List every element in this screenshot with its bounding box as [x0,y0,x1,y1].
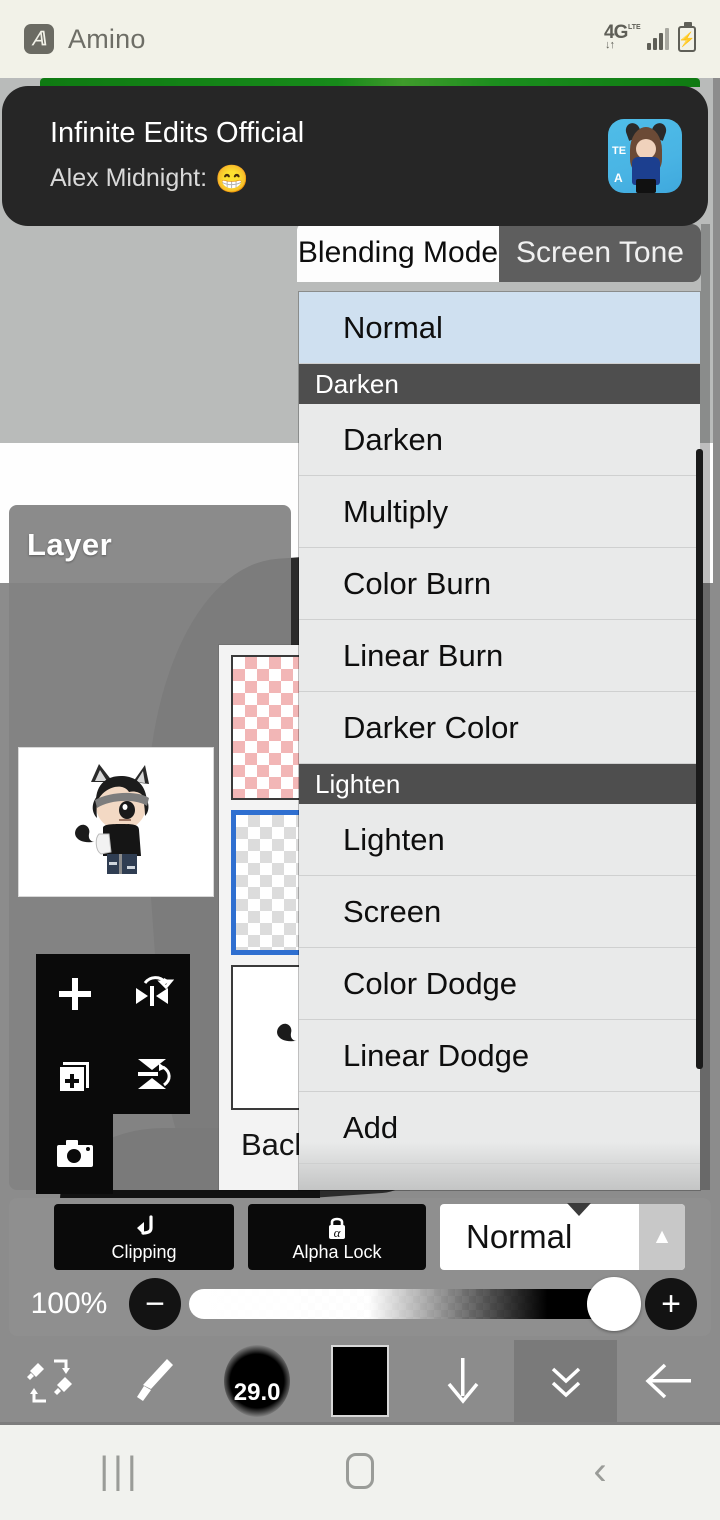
opacity-slider-track [189,1289,637,1319]
opacity-slider-knob[interactable] [587,1277,641,1331]
layer-options-bar: Clipping α Alpha Lock Normal ▲ 100% − + [9,1198,711,1336]
amino-app-name: Amino [68,23,146,54]
avatar-legs [636,179,656,193]
blend-item-add[interactable]: Add [299,1092,700,1164]
blend-item-darker-color[interactable]: Darker Color [299,692,700,764]
network-4g-lte-icon: 4G LTE ↓↑ [604,23,641,55]
copy-plus-icon [57,1062,89,1093]
network-sub-label: LTE [628,24,641,31]
opacity-increase-button[interactable]: + [645,1278,697,1330]
signal-bars-icon [647,28,669,50]
blend-popup-tabs: Blending Mode Screen Tone [297,224,701,282]
tab-blending-mode[interactable]: Blending Mode [297,224,499,282]
layer-tool-spacer [113,1114,190,1194]
blend-item-screen[interactable]: Screen [299,876,700,948]
battery-charging-icon: ⚡ [678,22,696,52]
android-status-bar: 𝔸 Amino 4G LTE ↓↑ ⚡ [0,0,720,78]
alpha-lock-button[interactable]: α Alpha Lock [248,1204,426,1270]
clipping-arrow-icon [131,1214,157,1242]
blend-item-multiply[interactable]: Multiply [299,476,700,548]
layer-preview-thumbnail[interactable] [18,747,214,897]
home-circle-icon [346,1453,374,1489]
blend-mode-value: Normal [466,1218,573,1255]
blend-item-linear-dodge[interactable]: Linear Dodge [299,1020,700,1092]
undo-redo-tool[interactable] [0,1340,103,1422]
data-arrows-label: ↓↑ [605,39,615,51]
flip-vertical-button[interactable] [113,1034,190,1114]
layer-tool-grid [36,954,190,1194]
navbar-divider [0,1422,720,1425]
opacity-value-label: 100% [30,1287,108,1320]
notification-emoji: 😁 [215,163,249,194]
notification-banner[interactable]: Infinite Edits Official Alex Midnight: 😁… [2,86,708,226]
opacity-slider[interactable] [189,1277,641,1331]
blend-list-scrollbar[interactable] [696,449,703,1069]
collapse-tool[interactable] [514,1340,618,1422]
brush-eraser-swap-icon [27,1359,73,1403]
avatar-badge-bottom: A [614,171,623,185]
status-bar-right: 4G LTE ↓↑ ⚡ [604,22,696,55]
arrow-left-icon [645,1363,691,1399]
download-tool[interactable] [411,1340,514,1422]
opacity-row: 100% − + [9,1274,711,1334]
avatar-face [636,139,656,159]
nav-back-button[interactable]: ‹ [480,1449,720,1494]
notification-text-block: Infinite Edits Official Alex Midnight: 😁 [50,117,608,194]
blend-group-lighten: Lighten [299,764,700,804]
flip-horizontal-icon [135,976,174,1006]
brush-size-value: 29.0 [233,1379,281,1406]
camera-button[interactable] [36,1114,113,1194]
triangle-up-icon[interactable]: ▲ [639,1204,685,1270]
notification-avatar: TE A [608,119,682,193]
amino-app-icon: 𝔸 [24,24,54,54]
color-swatch-tool[interactable] [309,1340,412,1422]
blend-item-normal[interactable]: Normal [299,292,700,364]
color-swatch-icon [331,1345,389,1417]
clipping-label: Clipping [111,1241,177,1262]
brush-size-indicator: 29.0 [224,1345,291,1417]
blend-mode-selector[interactable]: Normal ▲ [440,1204,685,1270]
alpha-lock-icon: α [324,1214,350,1242]
tab-screen-tone[interactable]: Screen Tone [499,224,701,282]
duplicate-layer-button[interactable] [36,1034,113,1114]
brush-size-tool[interactable]: 29.0 [206,1340,309,1422]
blend-item-darken[interactable]: Darken [299,404,700,476]
flip-vertical-icon [137,1059,171,1089]
blend-item-color-dodge[interactable]: Color Dodge [299,948,700,1020]
blend-item-lighten[interactable]: Lighten [299,804,700,876]
opacity-decrease-button[interactable]: − [129,1278,181,1330]
layer-options-row-top: Clipping α Alpha Lock Normal ▲ [9,1203,711,1270]
blend-mode-list[interactable]: Normal Darken Darken Multiply Color Burn… [299,292,700,1190]
paintbrush-icon [137,1359,174,1401]
brush-tool[interactable] [103,1340,206,1422]
avatar-badge-top: TE [612,145,627,157]
notification-subtitle: Alex Midnight: [50,164,208,193]
camera-icon [56,1140,93,1167]
android-navigation-bar: ||| ‹ [0,1422,720,1520]
clipping-button[interactable]: Clipping [54,1204,234,1270]
chevron-double-down-icon [551,1367,580,1398]
nav-recents-button[interactable]: ||| [0,1450,240,1493]
layer-panel-title: Layer [27,527,113,562]
status-bar-left: 𝔸 Amino [24,24,146,55]
blending-mode-popup: Blending Mode Screen Tone Normal Darken … [297,224,710,1190]
flip-horizontal-button[interactable] [113,954,190,1034]
notification-title: Infinite Edits Official [50,117,305,150]
alpha-lock-label: Alpha Lock [292,1241,382,1262]
blend-group-darken: Darken [299,364,700,404]
chibi-character-art [75,764,149,874]
back-tool[interactable] [617,1340,720,1422]
svg-text:α: α [334,1225,342,1240]
popup-pointer-caret [567,1203,591,1216]
drawing-toolbar: 29.0 [0,1340,720,1422]
nav-home-button[interactable] [240,1453,480,1489]
arrow-down-icon [447,1358,479,1404]
add-layer-button[interactable] [36,954,113,1034]
notification-subtitle-row: Alex Midnight: 😁 [50,163,608,195]
blend-item-linear-burn[interactable]: Linear Burn [299,620,700,692]
back-chevron-icon: ‹ [593,1448,607,1493]
plus-icon [58,978,91,1010]
blend-item-color-burn[interactable]: Color Burn [299,548,700,620]
